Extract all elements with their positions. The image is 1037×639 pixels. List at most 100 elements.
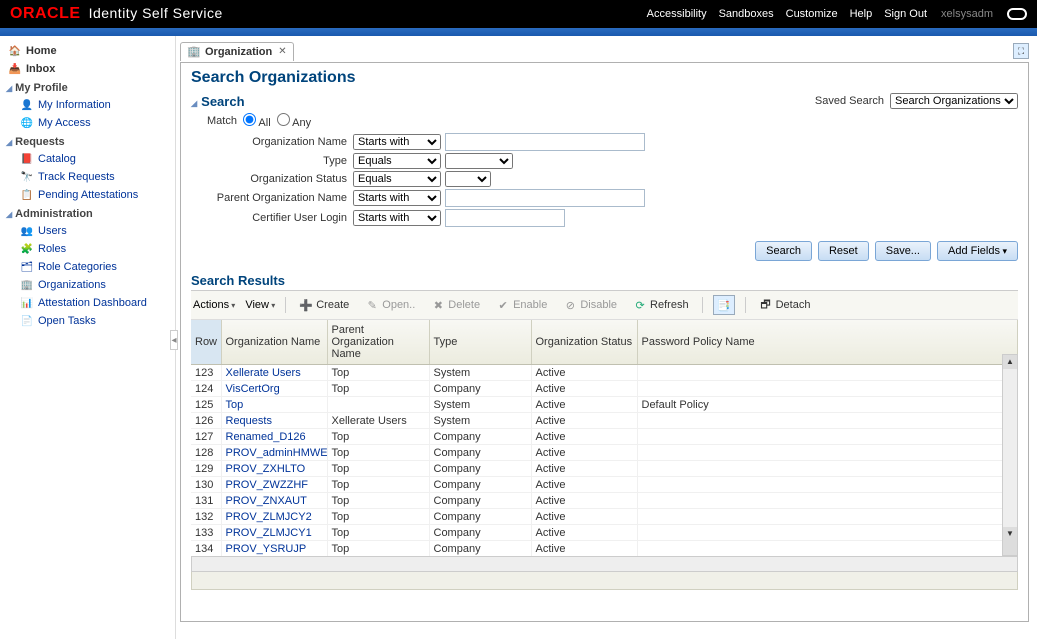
sidebar-my-access[interactable]: 🌐My Access — [4, 114, 171, 132]
table-row[interactable]: 134 PROV_YSRUJP Top Company Active — [191, 541, 1018, 557]
sidebar-home[interactable]: 🏠Home — [4, 42, 171, 60]
cell-parent: Top — [327, 461, 429, 477]
refresh-button[interactable]: ⟳Refresh — [630, 297, 692, 313]
actions-menu[interactable]: Actions — [193, 299, 235, 311]
horizontal-scrollbar[interactable] — [191, 556, 1018, 572]
col-status[interactable]: Organization Status — [531, 320, 637, 365]
value-select[interactable] — [445, 153, 513, 169]
sidebar-track-requests[interactable]: 🔭Track Requests — [4, 168, 171, 186]
export-button[interactable]: 📑 — [713, 295, 735, 315]
sidebar-catalog[interactable]: 📕Catalog — [4, 150, 171, 168]
col-row[interactable]: Row — [191, 320, 221, 365]
table-row[interactable]: 132 PROV_ZLMJCY2 Top Company Active — [191, 509, 1018, 525]
cell-type: System — [429, 365, 531, 381]
export-icon: 📑 — [717, 298, 731, 312]
search-field-row: Organization Name Starts with — [207, 133, 1018, 151]
view-menu[interactable]: View — [245, 299, 275, 311]
sidebar-open-tasks[interactable]: 📄Open Tasks — [4, 312, 171, 330]
link-signout[interactable]: Sign Out — [884, 8, 927, 20]
field-label: Organization Name — [207, 136, 347, 148]
table-row[interactable]: 127 Renamed_D126 Top Company Active — [191, 429, 1018, 445]
cell-orgname[interactable]: PROV_ZNXAUT — [221, 493, 327, 509]
cell-status: Active — [531, 525, 637, 541]
cell-orgname[interactable]: Requests — [221, 413, 327, 429]
vertical-scrollbar[interactable]: ▲ ▼ — [1002, 354, 1018, 556]
match-all[interactable]: All — [243, 113, 271, 129]
add-fields-button[interactable]: Add Fields — [937, 241, 1018, 261]
results-toolbar: Actions View ➕Create ✎Open.. ✖Delete ✔En… — [191, 291, 1018, 320]
table-row[interactable]: 126 Requests Xellerate Users System Acti… — [191, 413, 1018, 429]
cell-type: Company — [429, 445, 531, 461]
link-customize[interactable]: Customize — [786, 8, 838, 20]
operator-select[interactable]: Starts with — [353, 134, 441, 150]
save-button[interactable]: Save... — [875, 241, 931, 261]
value-input[interactable] — [445, 133, 645, 151]
sidebar-attestation-dashboard[interactable]: 📊Attestation Dashboard — [4, 294, 171, 312]
value-select[interactable] — [445, 171, 491, 187]
sidebar-my-information[interactable]: 👤My Information — [4, 96, 171, 114]
table-row[interactable]: 123 Xellerate Users Top System Active — [191, 365, 1018, 381]
operator-select[interactable]: Equals — [353, 171, 441, 187]
cell-orgname[interactable]: Top — [221, 397, 327, 413]
cell-orgname[interactable]: VisCertOrg — [221, 381, 327, 397]
tab-organization[interactable]: 🏢 Organization ✕ — [180, 42, 294, 61]
sidebar-section-requests[interactable]: Requests — [4, 132, 171, 150]
create-button[interactable]: ➕Create — [296, 297, 352, 313]
page-panel: Search Organizations Search Saved Search… — [180, 62, 1029, 622]
sidebar-users[interactable]: 👥Users — [4, 222, 171, 240]
search-toggle[interactable]: Search — [191, 94, 245, 109]
cell-orgname[interactable]: PROV_ZXHLTO — [221, 461, 327, 477]
cell-orgname[interactable]: Xellerate Users — [221, 365, 327, 381]
match-any[interactable]: Any — [277, 113, 311, 129]
operator-select[interactable]: Equals — [353, 153, 441, 169]
reset-button[interactable]: Reset — [818, 241, 869, 261]
col-orgname[interactable]: Organization Name — [221, 320, 327, 365]
link-accessibility[interactable]: Accessibility — [647, 8, 707, 20]
org-tab-icon: 🏢 — [187, 45, 201, 59]
table-row[interactable]: 128 PROV_adminHMWEGS Top Company Active — [191, 445, 1018, 461]
cell-type: Company — [429, 525, 531, 541]
cell-type: Company — [429, 493, 531, 509]
cell-orgname[interactable]: PROV_ZLMJCY2 — [221, 509, 327, 525]
results-grid[interactable]: Row Organization Name Parent Organizatio… — [191, 320, 1018, 557]
operator-select[interactable]: Starts with — [353, 210, 441, 226]
link-help[interactable]: Help — [850, 8, 873, 20]
detach-button[interactable]: 🗗Detach — [756, 297, 814, 313]
link-sandboxes[interactable]: Sandboxes — [719, 8, 774, 20]
saved-search-select[interactable]: Search Organizations — [890, 93, 1018, 109]
cell-parent: Top — [327, 381, 429, 397]
value-input[interactable] — [445, 189, 645, 207]
col-parent[interactable]: Parent Organization Name — [327, 320, 429, 365]
cell-orgname[interactable]: PROV_YSRUJP — [221, 541, 327, 557]
sidebar-role-categories[interactable]: 🗂Role Categories — [4, 258, 171, 276]
table-row[interactable]: 125 Top System Active Default Policy — [191, 397, 1018, 413]
delete-icon: ✖ — [431, 298, 445, 312]
table-row[interactable]: 130 PROV_ZWZZHF Top Company Active — [191, 477, 1018, 493]
cell-orgname[interactable]: PROV_adminHMWEGS — [221, 445, 327, 461]
table-row[interactable]: 124 VisCertOrg Top Company Active — [191, 381, 1018, 397]
table-row[interactable]: 133 PROV_ZLMJCY1 Top Company Active — [191, 525, 1018, 541]
col-policy[interactable]: Password Policy Name — [637, 320, 1018, 365]
operator-select[interactable]: Starts with — [353, 190, 441, 206]
sidebar-section-myprofile[interactable]: My Profile — [4, 78, 171, 96]
sidebar-pending-attestations[interactable]: 📋Pending Attestations — [4, 186, 171, 204]
maximize-button[interactable]: ⛶ — [1013, 43, 1029, 59]
table-row[interactable]: 129 PROV_ZXHLTO Top Company Active — [191, 461, 1018, 477]
value-input[interactable] — [445, 209, 565, 227]
close-tab-icon[interactable]: ✕ — [278, 46, 286, 57]
cell-orgname[interactable]: PROV_ZLMJCY1 — [221, 525, 327, 541]
search-button[interactable]: Search — [755, 241, 812, 261]
cell-status: Active — [531, 477, 637, 493]
sidebar-section-administration[interactable]: Administration — [4, 204, 171, 222]
search-section-header: Search Saved Search Search Organizations — [191, 93, 1018, 109]
sidebar-organizations[interactable]: 🏢Organizations — [4, 276, 171, 294]
table-row[interactable]: 131 PROV_ZNXAUT Top Company Active — [191, 493, 1018, 509]
scroll-up-icon[interactable]: ▲ — [1003, 355, 1017, 369]
cell-status: Active — [531, 429, 637, 445]
cell-orgname[interactable]: Renamed_D126 — [221, 429, 327, 445]
sidebar-roles[interactable]: 🧩Roles — [4, 240, 171, 258]
cell-orgname[interactable]: PROV_ZWZZHF — [221, 477, 327, 493]
col-type[interactable]: Type — [429, 320, 531, 365]
scroll-down-icon[interactable]: ▼ — [1003, 527, 1017, 541]
sidebar-inbox[interactable]: 📥Inbox — [4, 60, 171, 78]
